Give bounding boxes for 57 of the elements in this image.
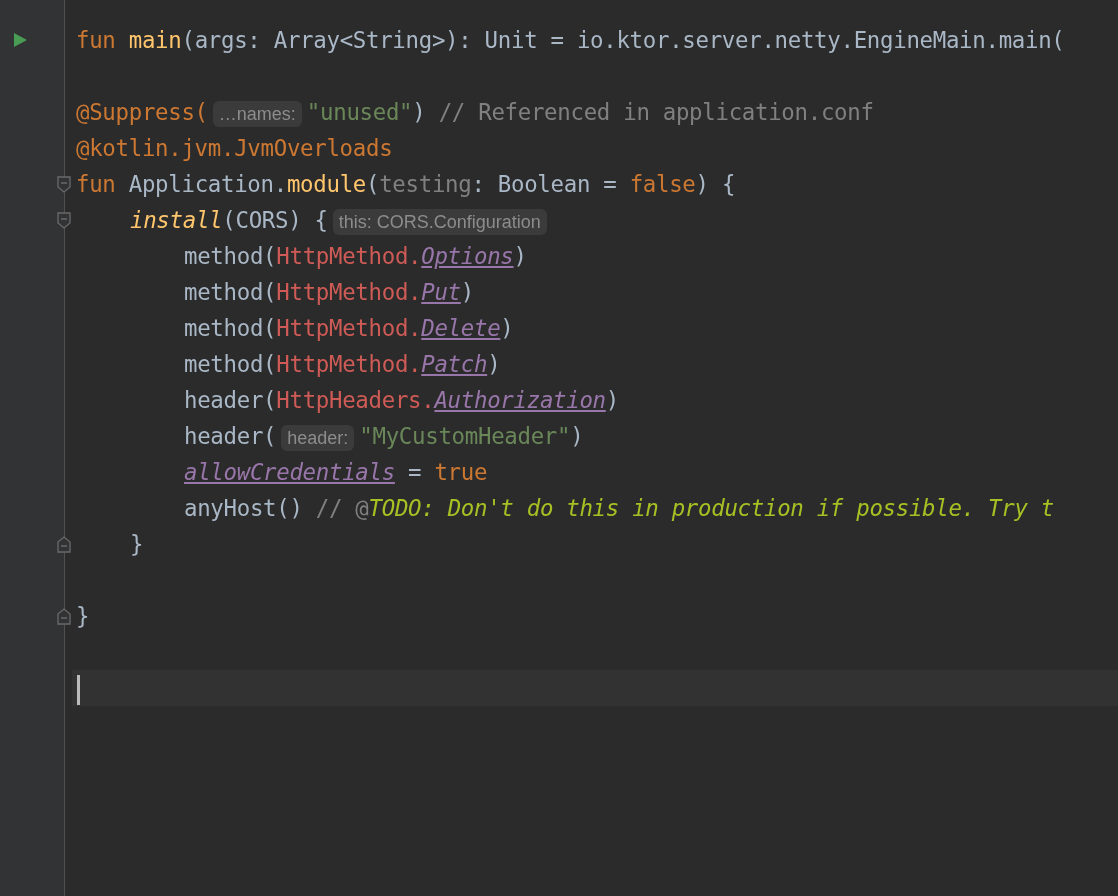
keyword: false <box>629 171 696 197</box>
code-text: header( <box>184 423 277 449</box>
code-text: anyHost() <box>184 495 304 521</box>
fold-icon[interactable] <box>57 535 71 553</box>
keyword: fun <box>76 171 117 197</box>
code-text: ) <box>412 99 427 125</box>
string-literal: "MyCustomHeader" <box>359 423 571 449</box>
code-text: ) { <box>695 171 736 197</box>
fold-icon[interactable] <box>57 211 71 229</box>
run-icon[interactable] <box>14 33 27 47</box>
code-text: method( <box>184 243 277 269</box>
parameter-hint: this: CORS.Configuration <box>332 209 547 235</box>
code-text: = <box>407 459 423 485</box>
code-text: } <box>130 531 144 557</box>
code-comment: // Referenced in application.conf <box>438 99 874 125</box>
keyword: true <box>434 459 488 485</box>
annotation: @kotlin.jvm.JvmOverloads <box>76 135 393 161</box>
property-name: allowCredentials <box>184 459 395 485</box>
text-cursor <box>77 674 80 705</box>
property-name: Patch <box>421 351 488 377</box>
property-name: Put <box>421 279 461 305</box>
property-name: Options <box>421 243 514 269</box>
code-text: ) <box>487 351 501 377</box>
code-text: method( <box>184 279 277 305</box>
annotation: @Suppress( <box>76 99 208 125</box>
class-name: HttpMethod. <box>276 243 422 269</box>
code-comment: // @ <box>315 495 369 521</box>
code-text: method( <box>184 351 277 377</box>
function-name: main <box>128 27 182 53</box>
parameter-hint: …names: <box>212 101 302 127</box>
fold-icon[interactable] <box>57 175 71 193</box>
code-text: ( <box>366 171 380 197</box>
keyword: fun <box>76 27 117 53</box>
code-text: ) <box>513 243 527 269</box>
code-text: (args: Array<String>): Unit = io.ktor.server.netty.EngineMain.main( <box>181 27 1065 53</box>
string-literal: "unused" <box>306 99 413 125</box>
code-text: ) <box>460 279 474 305</box>
property-name: Authorization <box>434 387 606 413</box>
property-name: Delete <box>421 315 501 341</box>
class-name: HttpMethod. <box>276 279 422 305</box>
parameter-hint: header: <box>281 425 355 451</box>
code-text: ) <box>605 387 619 413</box>
fold-icon[interactable] <box>57 607 71 625</box>
code-text: ) <box>500 315 514 341</box>
todo-comment: TODO: Don't do this in production if possible. Try t <box>368 495 1054 521</box>
code-text: } <box>76 603 90 629</box>
code-text: (CORS) { <box>222 207 328 233</box>
class-name: HttpMethod. <box>276 315 422 341</box>
code-text: header( <box>184 387 277 413</box>
function-name: module <box>286 171 366 197</box>
function-call: install <box>130 207 223 233</box>
code-text: method( <box>184 315 277 341</box>
code-text: : Boolean = <box>471 171 618 197</box>
class-name: HttpMethod. <box>276 351 422 377</box>
code-text: Application. <box>128 171 287 197</box>
code-text: ) <box>570 423 584 449</box>
parameter-name: testing <box>379 171 472 197</box>
